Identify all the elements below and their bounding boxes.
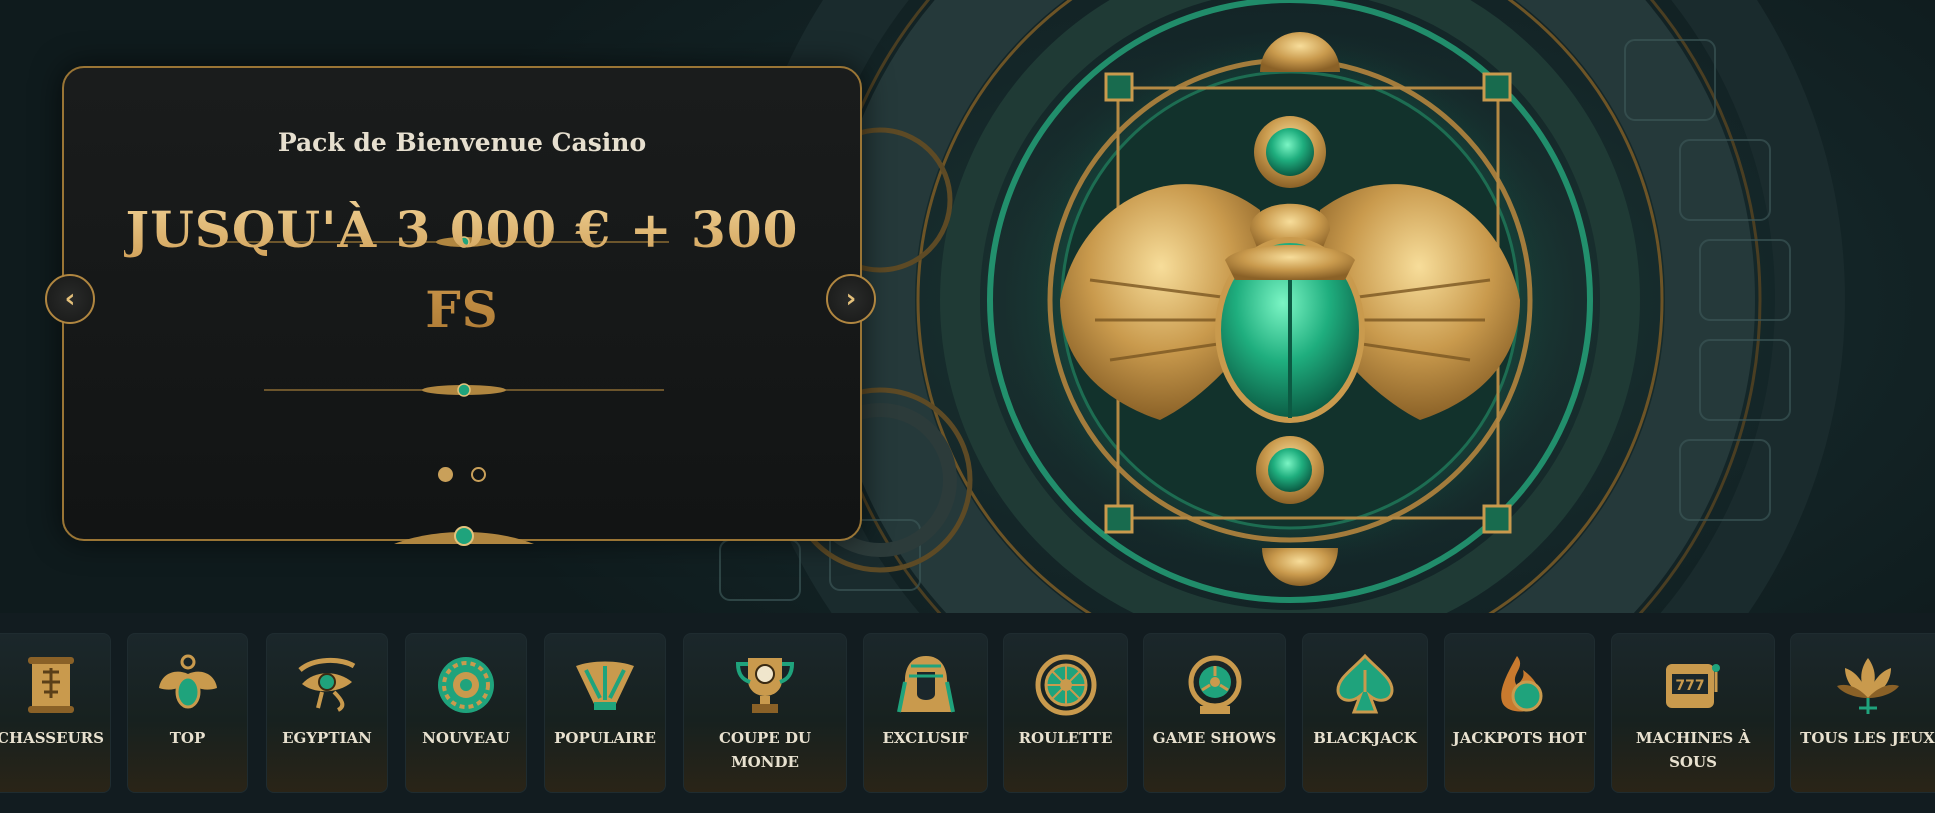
roulette-wheel-icon	[1035, 654, 1096, 716]
category-coupe-du-monde[interactable]: COUPE DU MONDE	[683, 633, 847, 793]
sun-disc-icon	[438, 657, 494, 713]
lotus-fan-icon	[576, 661, 634, 710]
category-label: EXCLUSIF	[882, 729, 969, 747]
flame-icon	[1500, 656, 1542, 712]
svg-text:777: 777	[1675, 678, 1704, 694]
eye-of-horus-icon	[298, 658, 356, 712]
lotus-flower-icon	[1836, 658, 1899, 714]
category-label: JACKPOTS HOT	[1452, 729, 1587, 747]
category-tous-les-jeux[interactable]: TOUS LES JEUX	[1790, 633, 1935, 793]
category-nouveau[interactable]: NOUVEAU	[405, 633, 527, 793]
carousel-next-button[interactable]: ›	[826, 274, 876, 324]
chevron-right-icon: ›	[845, 284, 857, 314]
category-label: GAME SHOWS	[1152, 729, 1277, 747]
category-jackpots-hot[interactable]: JACKPOTS HOT	[1444, 633, 1595, 793]
category-egyptian[interactable]: EGYPTIAN	[266, 633, 388, 793]
casino-lobby: Pack de Bienvenue Casino JUSQU'À 3 000 €…	[0, 0, 1935, 813]
hero-banner: Pack de Bienvenue Casino JUSQU'À 3 000 €…	[0, 0, 1935, 613]
chevron-left-icon: ‹	[64, 284, 76, 314]
bonus-subtitle: Pack de Bienvenue Casino	[277, 128, 647, 157]
category-label: ROULETTE	[1018, 729, 1113, 747]
category-exclusif[interactable]: EXCLUSIF	[863, 633, 988, 793]
slide-indicator	[64, 467, 860, 482]
category-roulette[interactable]: ROULETTE	[1003, 633, 1128, 793]
category-populaire[interactable]: POPULAIRE	[544, 633, 666, 793]
spade-icon	[1336, 653, 1394, 714]
trophy-icon	[735, 658, 795, 713]
slide-dot-2[interactable]	[471, 467, 486, 482]
category-chasseurs[interactable]: CHASSEURS	[0, 633, 111, 793]
category-label: CHASSEURS	[0, 729, 104, 747]
category-game-shows[interactable]: GAME SHOWS	[1143, 633, 1286, 793]
carousel-prev-button[interactable]: ‹	[45, 274, 95, 324]
category-machines-a-sous[interactable]: 777 MACHINES À SOUS	[1611, 633, 1775, 793]
slide-dot-1[interactable]	[438, 467, 453, 482]
scarab-icon	[158, 654, 217, 709]
bonus-amount-title: JUSQU'À 3 000 € + 300 FS	[124, 190, 800, 350]
category-label: TOUS LES JEUX	[1800, 729, 1935, 747]
wheel-show-icon	[1188, 655, 1241, 714]
ornament-bottom-scarab	[394, 526, 534, 546]
category-label: POPULAIRE	[554, 729, 656, 747]
category-label: TOP	[169, 729, 206, 747]
category-bar: CHASSEURS TOP EGYPTIAN NOUVEAU POPULAIRE…	[0, 613, 1935, 813]
category-top[interactable]: TOP	[127, 633, 248, 793]
category-label: COUPE DU MONDE	[718, 729, 812, 771]
category-blackjack[interactable]: BLACKJACK	[1302, 633, 1428, 793]
category-label: BLACKJACK	[1313, 729, 1417, 747]
category-label: EGYPTIAN	[282, 729, 372, 747]
category-label: NOUVEAU	[422, 729, 510, 747]
category-label: MACHINES À SOUS	[1635, 729, 1751, 771]
ornament-divider-bottom	[264, 383, 664, 397]
slot-machine-icon: 777	[1666, 664, 1720, 708]
scroll-icon	[27, 657, 74, 713]
welcome-bonus-card[interactable]: Pack de Bienvenue Casino JUSQU'À 3 000 €…	[62, 66, 862, 546]
pharaoh-mask-icon	[896, 656, 955, 713]
